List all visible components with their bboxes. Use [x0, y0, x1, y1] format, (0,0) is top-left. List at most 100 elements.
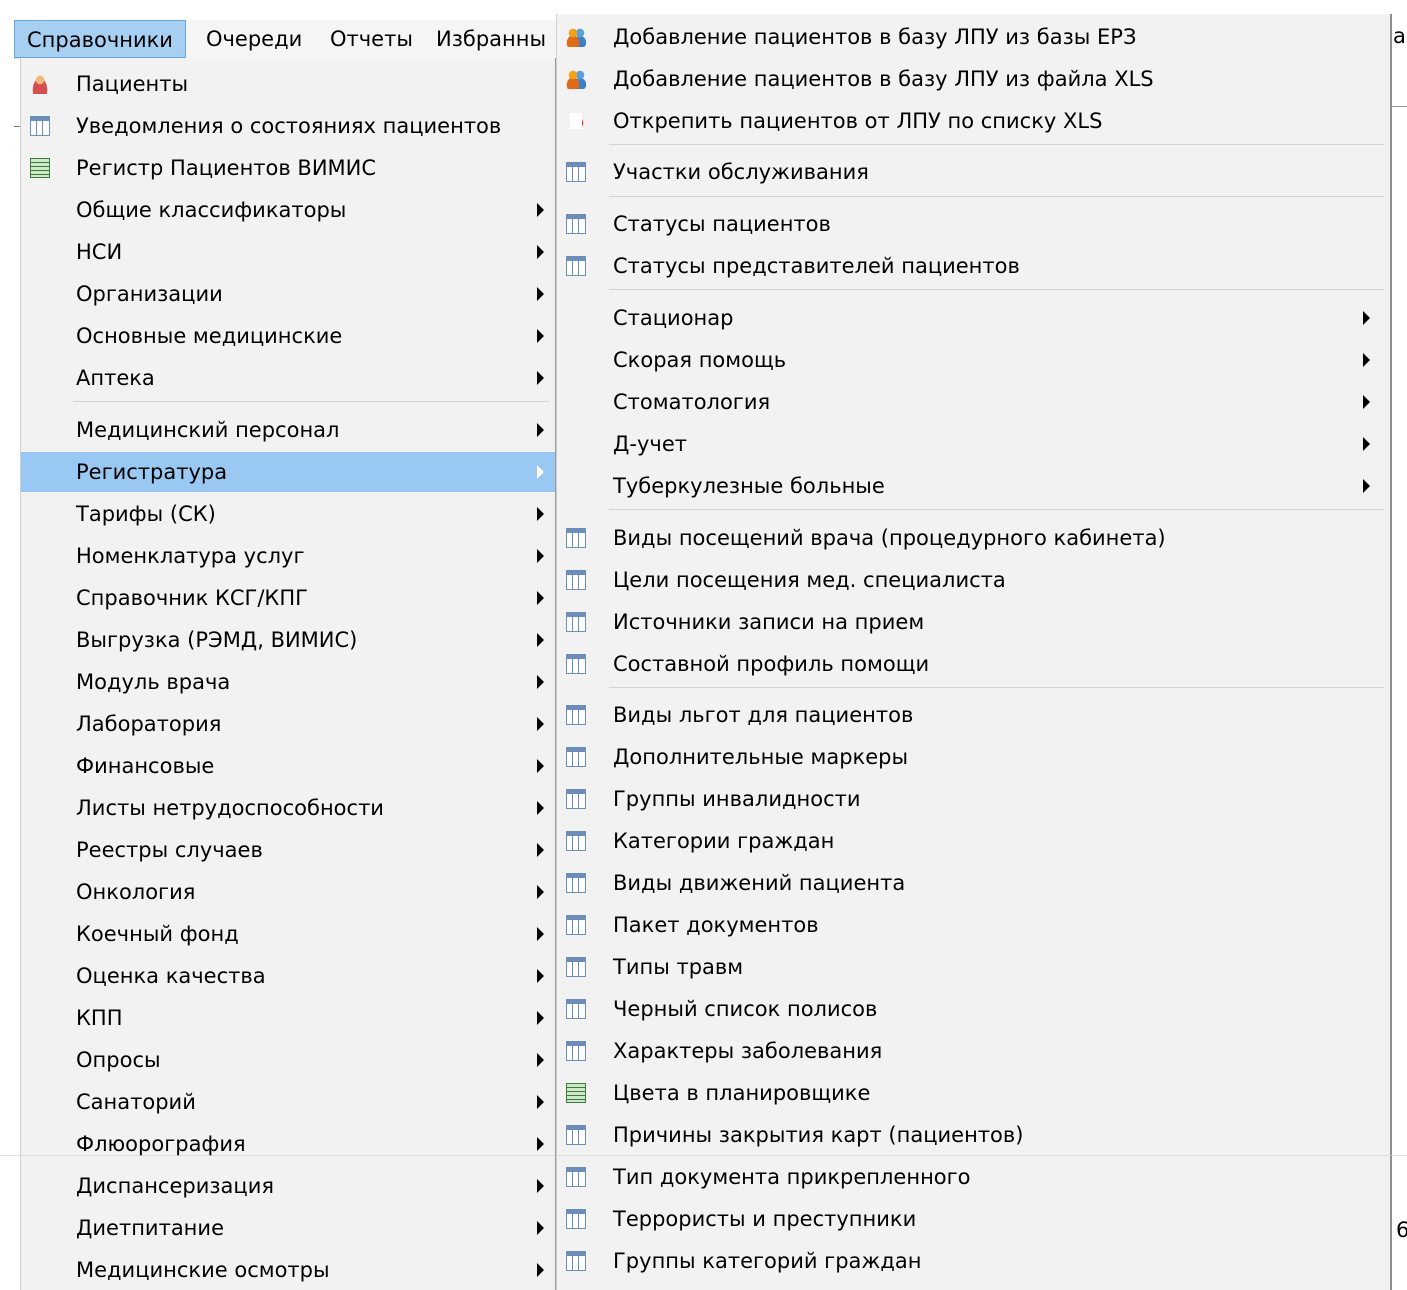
menubar-item-izbrannoe[interactable]: Избранны	[424, 20, 558, 58]
menu-left-item-label: Коечный фонд	[76, 922, 239, 946]
menu-left-item-label: Регистратура	[76, 460, 228, 484]
menu-right-item[interactable]: Цели посещения мед. специалиста	[557, 560, 1390, 600]
menu-left-item[interactable]: НСИ	[21, 232, 555, 272]
menu-right-item-label: Открепить пациентов от ЛПУ по списку XLS	[613, 109, 1103, 133]
menu-right-item[interactable]: Виды льгот для пациентов	[557, 695, 1390, 735]
menu-left-item[interactable]: Тарифы (СК)	[21, 494, 555, 534]
menu-right-item[interactable]: Д-учет	[557, 424, 1390, 464]
menu-right-item[interactable]: Скорая помощь	[557, 340, 1390, 380]
menu-right-item[interactable]: Стационар	[557, 298, 1390, 338]
submenu-arrow-icon	[537, 329, 544, 343]
menu-right-item-label: Виды движений пациента	[613, 871, 906, 895]
menu-right-item[interactable]: Виды движений пациента	[557, 863, 1390, 903]
menu-left-item-label: Оценка качества	[76, 964, 266, 988]
menu-left-item[interactable]: Номенклатура услуг	[21, 536, 555, 576]
menu-left-item[interactable]: Медицинский персонал	[21, 410, 555, 450]
menu-right-item[interactable]: Источники записи на прием	[557, 602, 1390, 642]
menu-left-item-label: Пациенты	[76, 72, 189, 96]
menu-right-item-label: Туберкулезные больные	[613, 474, 885, 498]
menu-left-item[interactable]: Листы нетрудоспособности	[21, 788, 555, 828]
menu-left-item[interactable]: Санаторий	[21, 1082, 555, 1122]
menu-left-item[interactable]: Диетпитание	[21, 1208, 555, 1248]
menu-right-item[interactable]: Черный список полисов	[557, 989, 1390, 1029]
menu-right-item[interactable]: Стоматология	[557, 382, 1390, 422]
menu-right-item[interactable]: Причины закрытия карт (пациентов)	[557, 1115, 1390, 1155]
menu-right-item[interactable]: Характеры заболевания	[557, 1031, 1390, 1071]
menu-left-item[interactable]: Коечный фонд	[21, 914, 555, 954]
menu-right-item-label: Черный список полисов	[613, 997, 878, 1021]
menu-left-item[interactable]: Медицинские осмотры	[21, 1250, 555, 1290]
menu-right-item[interactable]: Типы травм	[557, 947, 1390, 987]
submenu-registratura: Добавление пациентов в базу ЛПУ из базы …	[556, 14, 1392, 1290]
menu-left-item[interactable]: Регистр Пациентов ВИМИС	[21, 148, 555, 188]
menu-right-item-label: Участки обслуживания	[613, 160, 869, 184]
menu-right-item[interactable]: Категории граждан	[557, 821, 1390, 861]
menu-left-item[interactable]: Основные медицинские	[21, 316, 555, 356]
menubar: Справочники Очереди Отчеты Избранны	[14, 20, 556, 59]
menu-left-item[interactable]: Модуль врача	[21, 662, 555, 702]
menu-left-item[interactable]: Оценка качества	[21, 956, 555, 996]
menu-left-item[interactable]: Реестры случаев	[21, 830, 555, 870]
menu-left-item-label: Медицинский персонал	[76, 418, 340, 442]
submenu-arrow-icon	[537, 245, 544, 259]
menu-right-item[interactable]: Виды посещений врача (процедурного кабин…	[557, 518, 1390, 558]
menu-left-item-label: Тарифы (СК)	[76, 502, 216, 526]
menu-left-item-label: Уведомления о состояниях пациентов	[76, 114, 502, 138]
menu-left-item[interactable]: Организации	[21, 274, 555, 314]
menu-right-item[interactable]: Участки обслуживания	[557, 152, 1390, 192]
menu-right-item[interactable]: Цвета в планировщике	[557, 1073, 1390, 1113]
menubar-item-spravochniki[interactable]: Справочники	[14, 20, 186, 58]
menu-left-item[interactable]: Лаборатория	[21, 704, 555, 744]
menu-left-item[interactable]: Аптека	[21, 358, 555, 398]
menu-left-item[interactable]: Пациенты	[21, 64, 555, 104]
menu-left-item[interactable]: Выгрузка (РЭМД, ВИМИС)	[21, 620, 555, 660]
menu-right-item-label: Скорая помощь	[613, 348, 787, 372]
menu-right-item[interactable]: Статусы пациентов	[557, 204, 1390, 244]
table-icon	[566, 162, 586, 182]
menu-left-item[interactable]: Уведомления о состояниях пациентов	[21, 106, 555, 146]
menu-right-item[interactable]: Добавление пациентов в базу ЛПУ из базы …	[557, 17, 1390, 57]
submenu-arrow-icon	[537, 1053, 544, 1067]
submenu-arrow-icon	[1363, 311, 1370, 325]
menu-right-item[interactable]: Открепить пациентов от ЛПУ по списку XLS	[557, 101, 1390, 141]
submenu-arrow-icon	[537, 507, 544, 521]
menu-right-item[interactable]: Террористы и преступники	[557, 1199, 1390, 1239]
menu-right-item[interactable]: Тип документа прикрепленного	[557, 1157, 1390, 1197]
menu-left-item[interactable]: Опросы	[21, 1040, 555, 1080]
menu-left-item-label: КПП	[76, 1006, 123, 1030]
menu-left-item-label: Диспансеризация	[76, 1174, 274, 1198]
menu-right-item[interactable]: Группы инвалидности	[557, 779, 1390, 819]
submenu-arrow-icon	[537, 1263, 544, 1277]
menu-right-item-label: Д-учет	[613, 432, 687, 456]
submenu-arrow-icon	[537, 423, 544, 437]
menu-left-item[interactable]: Финансовые	[21, 746, 555, 786]
menu-separator	[609, 687, 1384, 688]
menu-left-item[interactable]: Регистратура	[21, 452, 555, 492]
menu-left-item-label: Лаборатория	[76, 712, 222, 736]
green-grid-icon	[30, 158, 50, 178]
menu-right-item[interactable]: Туберкулезные больные	[557, 466, 1390, 506]
submenu-arrow-icon	[537, 759, 544, 773]
menu-left-item[interactable]: Справочник КСГ/КПГ	[21, 578, 555, 618]
menu-left-item[interactable]: Онкология	[21, 872, 555, 912]
menu-left-item[interactable]: Диспансеризация	[21, 1166, 555, 1206]
menu-left-item-label: Регистр Пациентов ВИМИС	[76, 156, 377, 180]
menu-right-item[interactable]: Статусы представителей пациентов	[557, 246, 1390, 286]
table-icon	[566, 831, 586, 851]
menu-left-item[interactable]: КПП	[21, 998, 555, 1038]
menu-right-item-label: Источники записи на прием	[613, 610, 925, 634]
table-icon	[566, 256, 586, 276]
menu-right-item[interactable]: Дополнительные маркеры	[557, 737, 1390, 777]
menu-right-item-label: Категории граждан	[613, 829, 835, 853]
menubar-item-ocheredi[interactable]: Очереди	[194, 20, 314, 58]
menu-right-item[interactable]: Пакет документов	[557, 905, 1390, 945]
menu-right-item[interactable]: Добавление пациентов в базу ЛПУ из файла…	[557, 59, 1390, 99]
table-icon	[566, 789, 586, 809]
detach-icon	[566, 111, 586, 131]
menu-right-item[interactable]: Группы категорий граждан	[557, 1241, 1390, 1281]
menu-left-item[interactable]: Флюорография	[21, 1124, 555, 1164]
menubar-item-otchety[interactable]: Отчеты	[318, 20, 425, 58]
menu-left-item[interactable]: Общие классификаторы	[21, 190, 555, 230]
background-line-fragment	[1392, 106, 1407, 107]
menu-right-item[interactable]: Составной профиль помощи	[557, 644, 1390, 684]
